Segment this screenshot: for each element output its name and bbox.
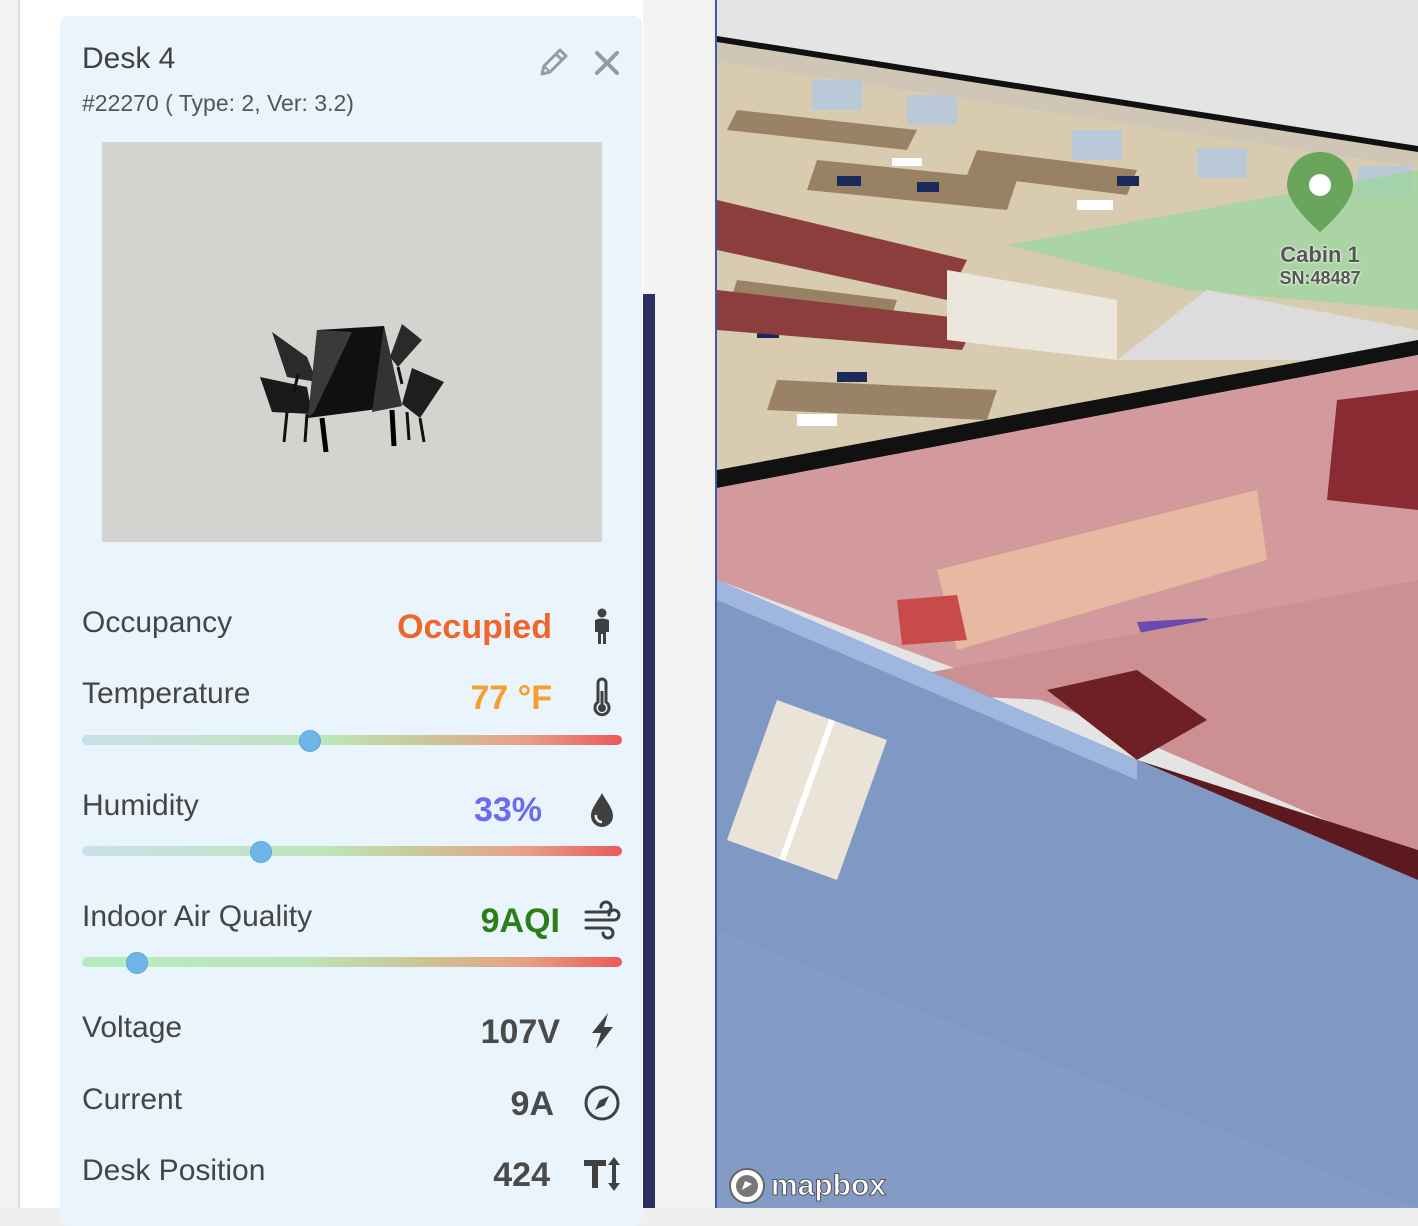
current-value: 9A	[510, 1085, 554, 1123]
temperature-slider-thumb[interactable]	[298, 730, 321, 752]
desk-detail-card: Desk 4 #22270 ( Type: 2, Ver: 3.2) Occup…	[60, 16, 642, 1226]
thermometer-icon	[593, 677, 611, 717]
occupancy-row: Occupancy Occupied	[82, 606, 622, 646]
humidity-slider[interactable]	[82, 841, 622, 863]
humidity-row: Humidity 33%	[82, 789, 622, 829]
humidity-value: 33%	[473, 791, 542, 829]
building-3d-view	[717, 0, 1418, 1208]
map-marker-name[interactable]: Cabin 1	[1265, 242, 1375, 268]
desk-title: Desk 4	[82, 42, 176, 75]
compass-icon	[584, 1085, 620, 1121]
desk-position-row: Desk Position 424	[82, 1154, 622, 1194]
temperature-slider[interactable]	[82, 730, 622, 752]
floor-map[interactable]: Cabin 1 SN:48487 mapbox	[717, 0, 1418, 1208]
temperature-label: Temperature	[82, 677, 251, 710]
scrollbar-thumb[interactable]	[643, 294, 655, 1208]
desk-3d-preview[interactable]	[102, 142, 602, 542]
desk-model-image	[260, 324, 444, 453]
close-icon	[595, 51, 619, 75]
voltage-value: 107V	[480, 1013, 560, 1051]
humidity-slider-thumb[interactable]	[250, 841, 273, 863]
lightning-icon	[592, 1013, 613, 1049]
air-quality-value: 9AQI	[480, 902, 560, 940]
occupancy-label: Occupancy	[82, 606, 233, 639]
droplet-icon	[591, 793, 613, 827]
mapbox-attribution[interactable]: mapbox	[727, 1168, 887, 1204]
edit-button[interactable]	[536, 44, 572, 80]
temperature-value: 77 °F	[470, 679, 552, 717]
desk-position-value: 424	[493, 1156, 550, 1194]
mapbox-logo-icon	[729, 1168, 765, 1204]
wind-icon	[584, 900, 621, 940]
desk-position-label: Desk Position	[82, 1154, 266, 1187]
air-quality-row: Indoor Air Quality 9AQI	[82, 900, 622, 940]
mapbox-logo-text: mapbox	[770, 1169, 887, 1203]
voltage-label: Voltage	[82, 1011, 183, 1044]
map-marker-serial: SN:48487	[1279, 268, 1361, 288]
current-row: Current 9A	[82, 1083, 622, 1123]
humidity-label: Humidity	[82, 789, 199, 822]
air-quality-label: Indoor Air Quality	[82, 900, 313, 933]
air-quality-slider-thumb[interactable]	[126, 952, 148, 974]
air-quality-slider[interactable]	[82, 952, 622, 974]
person-icon	[595, 608, 609, 644]
sidebar: Desk 4 #22270 ( Type: 2, Ver: 3.2) Occup…	[0, 0, 716, 1226]
text-height-icon	[584, 1157, 620, 1191]
desk-subtitle: #22270 ( Type: 2, Ver: 3.2)	[82, 90, 354, 116]
pencil-icon	[540, 48, 568, 76]
voltage-row: Voltage 107V	[82, 1011, 622, 1051]
occupancy-value: Occupied	[397, 608, 552, 646]
current-label: Current	[82, 1083, 183, 1116]
close-button[interactable]	[590, 46, 624, 80]
temperature-row: Temperature 77 °F	[82, 677, 622, 717]
